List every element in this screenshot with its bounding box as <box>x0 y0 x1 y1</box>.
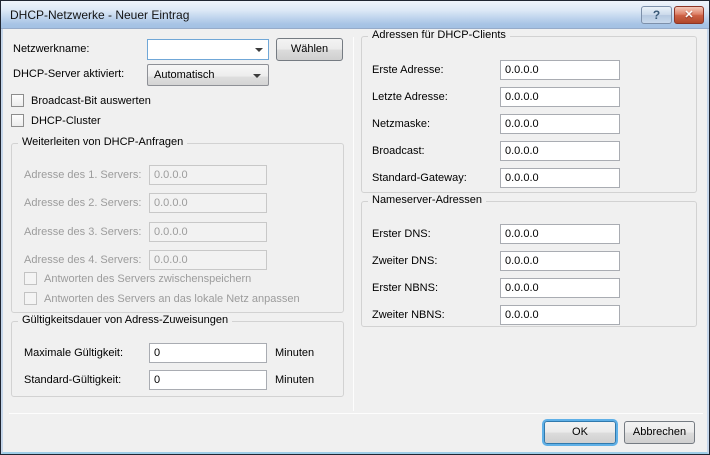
client-addresses-group: Adressen für DHCP-Clients Erste Adresse:… <box>361 36 697 193</box>
adapt-responses-checkbox-label: Antworten des Servers an das lokale Netz… <box>44 293 300 306</box>
first-nbns-input[interactable] <box>500 278 620 298</box>
network-name-label: Netzwerkname: <box>13 43 89 56</box>
max-validity-label: Maximale Gültigkeit: <box>24 347 123 360</box>
max-validity-input[interactable] <box>149 343 267 363</box>
default-validity-input[interactable] <box>149 370 267 390</box>
server-address-4-input <box>149 250 267 270</box>
broadcast-bit-checkbox-label: Broadcast-Bit auswerten <box>31 95 151 108</box>
close-button[interactable]: ✕ <box>674 6 704 24</box>
first-nbns-label: Erster NBNS: <box>372 282 438 295</box>
default-validity-label: Standard-Gültigkeit: <box>24 374 121 387</box>
cache-responses-checkbox-label: Antworten des Servers zwischenspeichern <box>44 273 251 286</box>
close-icon: ✕ <box>684 9 693 21</box>
second-nbns-label: Zweiter NBNS: <box>372 309 445 322</box>
dhcp-server-select[interactable]: Automatisch <box>147 64 269 86</box>
column-divider <box>353 37 354 411</box>
server-address-3-label: Adresse des 3. Servers: <box>24 226 141 239</box>
netmask-input[interactable] <box>500 114 620 134</box>
last-address-input[interactable] <box>500 87 620 107</box>
server-address-4-label: Adresse des 4. Servers: <box>24 254 141 267</box>
server-address-3-input <box>149 222 267 242</box>
help-icon: ? <box>653 8 660 22</box>
dhcp-server-selected-value: Automatisch <box>154 69 215 81</box>
network-name-input[interactable] <box>148 40 268 59</box>
last-address-label: Letzte Adresse: <box>372 91 448 104</box>
gateway-label: Standard-Gateway: <box>372 172 467 185</box>
chevron-down-icon <box>253 74 261 78</box>
client-addresses-group-title: Adressen für DHCP-Clients <box>368 29 510 42</box>
network-name-combobox[interactable] <box>147 39 269 60</box>
ok-button[interactable]: OK <box>544 421 616 444</box>
dhcp-network-dialog: DHCP-Netzwerke - Neuer Eintrag ? ✕ Netzw… <box>0 0 710 455</box>
server-address-2-input <box>149 193 267 213</box>
dhcp-cluster-checkbox-label: DHCP-Cluster <box>31 115 101 128</box>
chevron-down-icon <box>255 48 263 52</box>
titlebar[interactable]: DHCP-Netzwerke - Neuer Eintrag ? ✕ <box>1 1 709 29</box>
second-dns-input[interactable] <box>500 251 620 271</box>
broadcast-input[interactable] <box>500 141 620 161</box>
second-dns-label: Zweiter DNS: <box>372 255 437 268</box>
max-validity-unit: Minuten <box>275 347 314 360</box>
cancel-button[interactable]: Abbrechen <box>624 421 695 444</box>
server-address-1-label: Adresse des 1. Servers: <box>24 169 141 182</box>
help-button[interactable]: ? <box>641 6 672 24</box>
forward-requests-group-title: Weiterleiten von DHCP-Anfragen <box>18 136 187 149</box>
dialog-title: DHCP-Netzwerke - Neuer Eintrag <box>10 8 189 22</box>
validity-group-title: Gültigkeitsdauer von Adress-Zuweisungen <box>18 314 232 327</box>
validity-group: Gültigkeitsdauer von Adress-Zuweisungen … <box>11 321 344 397</box>
first-dns-input[interactable] <box>500 224 620 244</box>
broadcast-label: Broadcast: <box>372 145 425 158</box>
nameserver-group-title: Nameserver-Adressen <box>368 194 486 207</box>
first-dns-label: Erster DNS: <box>372 228 431 241</box>
footer-divider <box>9 413 703 414</box>
network-name-dropdown-button[interactable] <box>251 40 268 59</box>
first-address-label: Erste Adresse: <box>372 64 444 77</box>
server-address-2-label: Adresse des 2. Servers: <box>24 197 141 210</box>
broadcast-bit-checkbox[interactable] <box>11 94 24 107</box>
adapt-responses-checkbox <box>24 292 37 305</box>
dhcp-server-label: DHCP-Server aktiviert: <box>13 68 124 81</box>
gateway-input[interactable] <box>500 168 620 188</box>
choose-button[interactable]: Wählen <box>276 38 343 61</box>
dhcp-cluster-checkbox[interactable] <box>11 114 24 127</box>
second-nbns-input[interactable] <box>500 305 620 325</box>
default-validity-unit: Minuten <box>275 374 314 387</box>
nameserver-group: Nameserver-Adressen Erster DNS: Zweiter … <box>361 201 697 327</box>
server-address-1-input <box>149 165 267 185</box>
forward-requests-group: Weiterleiten von DHCP-Anfragen Adresse d… <box>11 143 344 313</box>
first-address-input[interactable] <box>500 60 620 80</box>
netmask-label: Netzmaske: <box>372 118 430 131</box>
cache-responses-checkbox <box>24 272 37 285</box>
